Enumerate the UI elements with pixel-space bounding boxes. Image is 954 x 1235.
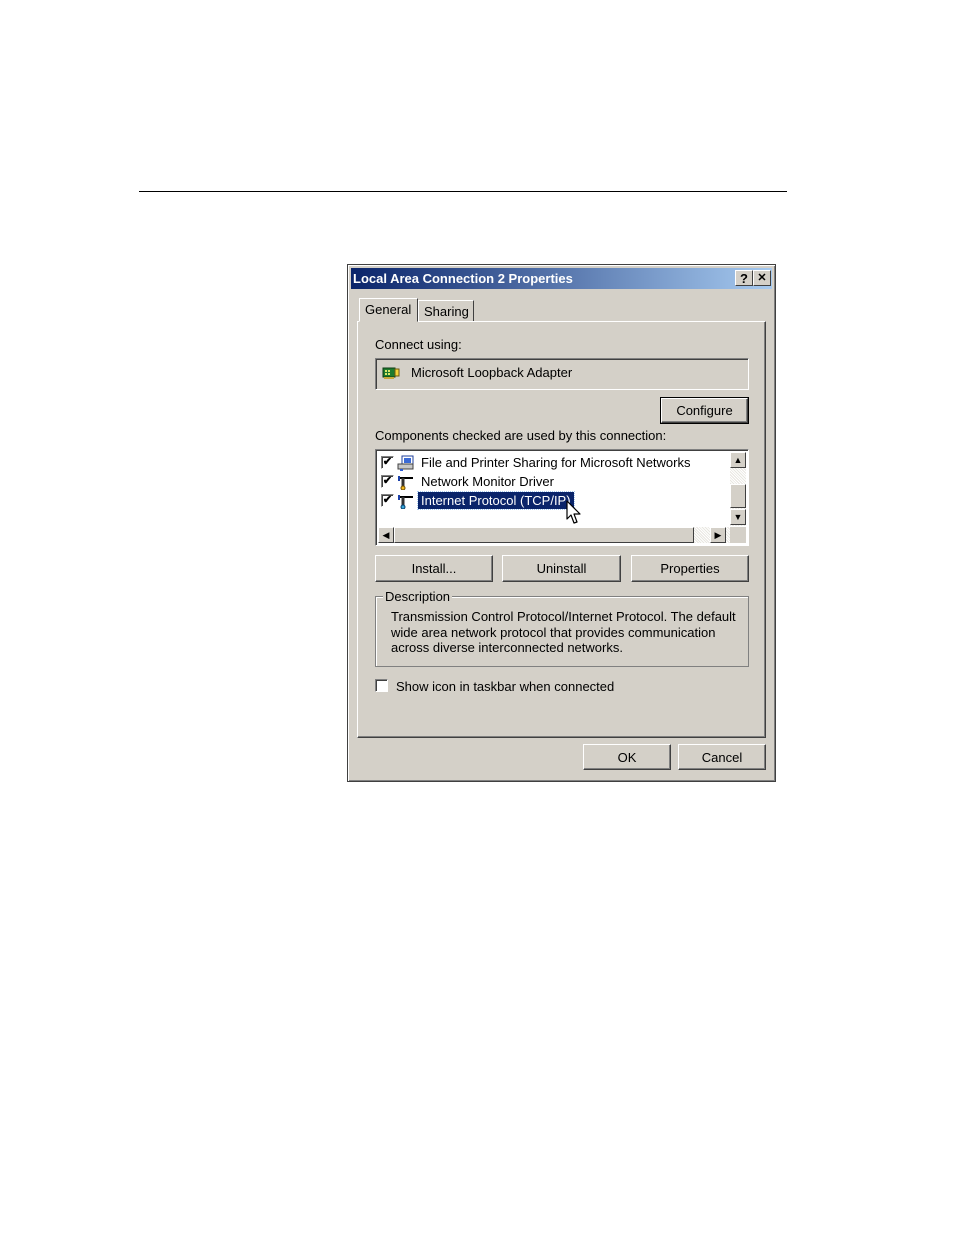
properties-button[interactable]: Properties	[631, 555, 749, 582]
network-card-icon	[382, 367, 400, 379]
components-label: Components checked are used by this conn…	[375, 428, 667, 443]
check-icon: ✔	[382, 475, 393, 487]
show-icon-label[interactable]: Show icon in taskbar when connected	[396, 679, 614, 694]
component-label: Internet Protocol (TCP/IP)	[417, 491, 575, 510]
scroll-up-button[interactable]: ▲	[730, 452, 746, 468]
arrow-right-icon: ▶	[714, 529, 722, 540]
tab-sharing-label: Sharing	[424, 304, 469, 319]
list-item[interactable]: ✔ Internet Protocol (TCP/IP)	[381, 491, 575, 510]
help-icon: ?	[740, 270, 748, 286]
arrow-down-icon: ▼	[733, 511, 743, 522]
page-rule	[139, 191, 787, 192]
network-protocol-icon	[398, 494, 413, 509]
scrollbar-corner	[730, 527, 746, 543]
scroll-down-button[interactable]: ▼	[730, 509, 746, 525]
dialog-title: Local Area Connection 2 Properties	[353, 271, 573, 286]
vertical-scroll-thumb[interactable]	[730, 484, 746, 508]
ok-button[interactable]: OK	[583, 744, 671, 770]
network-protocol-icon	[398, 475, 413, 490]
tab-general[interactable]: General	[359, 298, 418, 322]
show-icon-checkbox[interactable]	[375, 679, 388, 692]
component-checkbox[interactable]: ✔	[381, 456, 394, 469]
scroll-left-button[interactable]: ◀	[378, 527, 394, 543]
mouse-cursor-icon	[566, 500, 581, 524]
arrow-up-icon: ▲	[733, 454, 743, 465]
tab-general-label: General	[365, 302, 412, 317]
horizontal-scroll-thumb[interactable]	[394, 527, 694, 543]
install-button[interactable]: Install...	[375, 555, 493, 582]
title-bar[interactable]: Local Area Connection 2 Properties ? ✕	[351, 268, 772, 289]
list-item[interactable]: ✔ File and Printer Sharing for Microsoft…	[381, 453, 693, 472]
connect-using-label: Connect using:	[375, 337, 462, 352]
adapter-field: Microsoft Loopback Adapter	[375, 358, 749, 390]
description-legend: Description	[383, 589, 453, 604]
components-list[interactable]: ✔ File and Printer Sharing for Microsoft…	[375, 449, 749, 546]
close-button[interactable]: ✕	[753, 270, 771, 286]
configure-button[interactable]: Configure	[660, 397, 749, 424]
description-text: Transmission Control Protocol/Internet P…	[391, 609, 736, 655]
component-label: File and Printer Sharing for Microsoft N…	[421, 455, 691, 470]
cancel-button[interactable]: Cancel	[678, 744, 766, 770]
close-icon: ✕	[757, 271, 767, 284]
list-item[interactable]: ✔ Network Monitor Driver	[381, 472, 557, 491]
check-icon: ✔	[382, 494, 393, 506]
check-icon: ✔	[382, 456, 393, 468]
help-button[interactable]: ?	[735, 270, 753, 286]
component-checkbox[interactable]: ✔	[381, 475, 394, 488]
uninstall-button[interactable]: Uninstall	[502, 555, 621, 582]
scroll-right-button[interactable]: ▶	[710, 527, 726, 543]
component-checkbox[interactable]: ✔	[381, 494, 394, 507]
adapter-name: Microsoft Loopback Adapter	[411, 365, 573, 380]
file-printer-sharing-icon	[397, 455, 414, 471]
arrow-left-icon: ◀	[382, 529, 390, 540]
tab-sharing[interactable]: Sharing	[418, 300, 474, 322]
component-label: Network Monitor Driver	[421, 474, 554, 489]
